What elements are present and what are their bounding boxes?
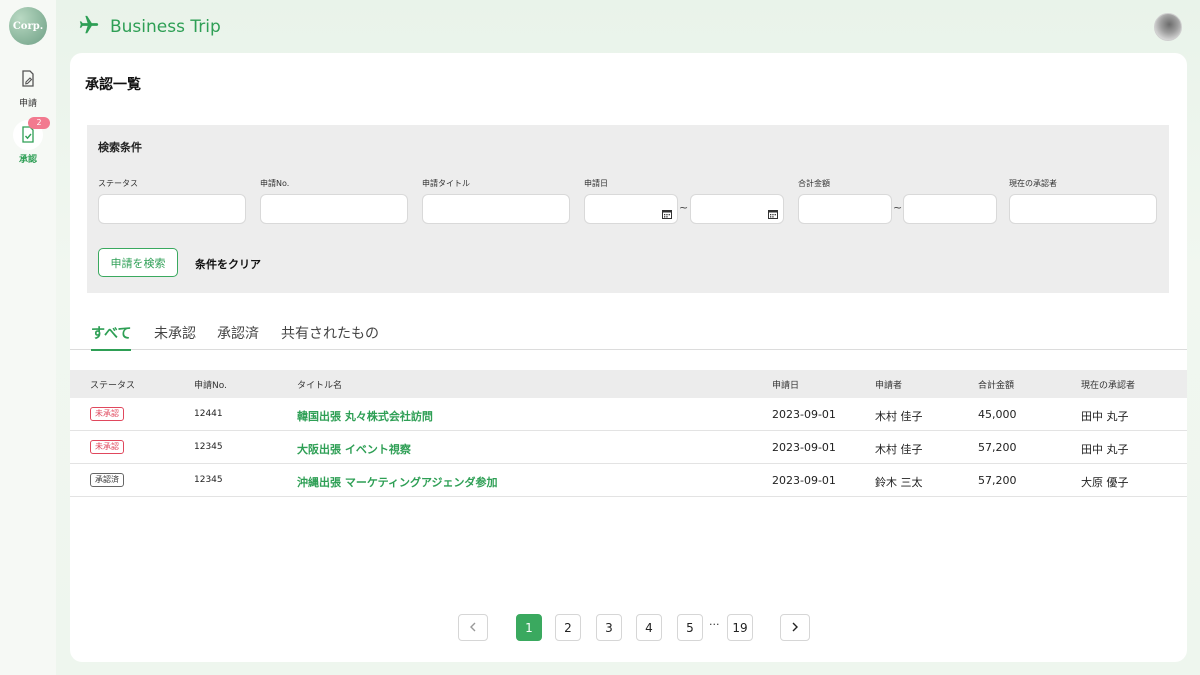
date-from-field[interactable] bbox=[584, 194, 678, 224]
table-row[interactable]: 承認済 12345 沖縄出張 マーケティングアジェンダ参加 2023-09-01… bbox=[70, 464, 1187, 497]
sidebar: Corp. 申請 2 承認 bbox=[0, 0, 56, 675]
airplane-icon bbox=[78, 14, 100, 40]
app-brand[interactable]: Business Trip bbox=[78, 14, 221, 40]
column-header[interactable]: 申請日 bbox=[772, 378, 799, 391]
table-row[interactable]: 未承認 12441 韓国出張 丸々株式会社訪問 2023-09-01 木村 佳子… bbox=[70, 398, 1187, 431]
date-label: 申請日 bbox=[584, 179, 608, 188]
page-button[interactable]: 2 bbox=[555, 614, 581, 641]
column-header[interactable]: ステータス bbox=[90, 378, 135, 391]
page-button[interactable]: 5 bbox=[677, 614, 703, 641]
current-approver: 田中 丸子 bbox=[1081, 443, 1129, 456]
page-title: 承認一覧 bbox=[85, 77, 141, 93]
application-number: 12345 bbox=[194, 475, 223, 485]
pagination-ellipsis: ··· bbox=[709, 618, 720, 631]
tab-approved[interactable]: 承認済 bbox=[217, 323, 259, 349]
chevron-right-icon bbox=[791, 621, 799, 635]
company-logo[interactable]: Corp. bbox=[9, 7, 47, 45]
application-date: 2023-09-01 bbox=[772, 441, 836, 454]
application-date: 2023-09-01 bbox=[772, 474, 836, 487]
total-amount: 57,200 bbox=[978, 474, 1017, 487]
number-field[interactable] bbox=[260, 194, 408, 224]
status-label: ステータス bbox=[98, 179, 138, 188]
status-field[interactable] bbox=[98, 194, 246, 224]
chevron-left-icon bbox=[469, 621, 477, 635]
logo-text: Corp. bbox=[12, 20, 44, 32]
total-amount: 45,000 bbox=[978, 408, 1017, 421]
application-number: 12345 bbox=[194, 442, 223, 452]
column-header[interactable]: 申請者 bbox=[875, 378, 902, 391]
notification-badge: 2 bbox=[28, 117, 50, 129]
tab-all[interactable]: すべて bbox=[91, 323, 132, 351]
applicant-name: 木村 佳子 bbox=[875, 410, 923, 423]
application-title-link[interactable]: 韓国出張 丸々株式会社訪問 bbox=[297, 408, 433, 424]
page-button[interactable]: 4 bbox=[636, 614, 662, 641]
sidebar-item-approval[interactable]: 2 承認 bbox=[0, 117, 56, 166]
application-date: 2023-09-01 bbox=[772, 408, 836, 421]
applicant-name: 鈴木 三太 bbox=[875, 476, 923, 489]
approval-table: ステータス 申請No. タイトル名 申請日 申請者 合計金額 現在の承認者 未承… bbox=[70, 370, 1187, 497]
amount-min-field[interactable] bbox=[798, 194, 892, 224]
column-header[interactable]: 合計金額 bbox=[978, 378, 1014, 391]
application-number: 12441 bbox=[194, 409, 223, 419]
clear-button[interactable]: 条件をクリア bbox=[195, 256, 261, 272]
status-tabs: すべて 未承認 承認済 共有されたもの bbox=[70, 319, 1187, 351]
application-title-link[interactable]: 大阪出張 イベント視察 bbox=[297, 441, 411, 457]
application-title-link[interactable]: 沖縄出張 マーケティングアジェンダ参加 bbox=[297, 474, 498, 490]
search-heading: 検索条件 bbox=[98, 141, 142, 154]
approver-field[interactable] bbox=[1009, 194, 1157, 224]
tab-pending[interactable]: 未承認 bbox=[154, 323, 196, 349]
sidebar-item-label: 承認 bbox=[18, 155, 37, 165]
approver-label: 現在の承認者 bbox=[1009, 179, 1057, 188]
date-range-separator: ~ bbox=[679, 201, 689, 214]
app-title: Business Trip bbox=[110, 17, 221, 37]
status-badge: 承認済 bbox=[90, 473, 124, 487]
amount-range-separator: ~ bbox=[893, 201, 903, 214]
user-avatar[interactable] bbox=[1154, 13, 1182, 41]
search-conditions: 検索条件 ステータス 申請No. 申請タイトル 申請日 ~ 合計金額 ~ 現在の… bbox=[87, 125, 1169, 293]
calendar-icon[interactable] bbox=[662, 204, 672, 223]
total-amount: 57,200 bbox=[978, 441, 1017, 454]
column-header[interactable]: 現在の承認者 bbox=[1081, 378, 1135, 391]
calendar-icon[interactable] bbox=[768, 204, 778, 223]
top-header: Business Trip bbox=[56, 0, 1200, 52]
column-header[interactable]: タイトル名 bbox=[297, 378, 342, 391]
amount-label: 合計金額 bbox=[798, 179, 830, 188]
page-button[interactable]: 1 bbox=[516, 614, 542, 641]
date-to-field[interactable] bbox=[690, 194, 784, 224]
title-label: 申請タイトル bbox=[422, 179, 470, 188]
status-badge: 未承認 bbox=[90, 407, 124, 421]
current-approver: 大原 優子 bbox=[1081, 476, 1129, 489]
page-button[interactable]: 3 bbox=[596, 614, 622, 641]
next-page-button[interactable] bbox=[780, 614, 810, 641]
status-badge: 未承認 bbox=[90, 440, 124, 454]
number-label: 申請No. bbox=[260, 179, 290, 188]
column-header[interactable]: 申請No. bbox=[194, 378, 227, 391]
title-field[interactable] bbox=[422, 194, 570, 224]
applicant-name: 木村 佳子 bbox=[875, 443, 923, 456]
amount-max-field[interactable] bbox=[903, 194, 997, 224]
current-approver: 田中 丸子 bbox=[1081, 410, 1129, 423]
document-edit-icon bbox=[13, 64, 43, 94]
tab-shared[interactable]: 共有されたもの bbox=[281, 323, 379, 349]
sidebar-item-application[interactable]: 申請 bbox=[0, 64, 56, 110]
table-header: ステータス 申請No. タイトル名 申請日 申請者 合計金額 現在の承認者 bbox=[70, 370, 1187, 398]
page-button[interactable]: 19 bbox=[727, 614, 753, 641]
table-row[interactable]: 未承認 12345 大阪出張 イベント視察 2023-09-01 木村 佳子 5… bbox=[70, 431, 1187, 464]
search-button[interactable]: 申請を検索 bbox=[98, 248, 178, 277]
sidebar-item-label: 申請 bbox=[18, 99, 37, 109]
main-panel: 承認一覧 検索条件 ステータス 申請No. 申請タイトル 申請日 ~ 合計金額 … bbox=[70, 53, 1187, 662]
previous-page-button[interactable] bbox=[458, 614, 488, 641]
